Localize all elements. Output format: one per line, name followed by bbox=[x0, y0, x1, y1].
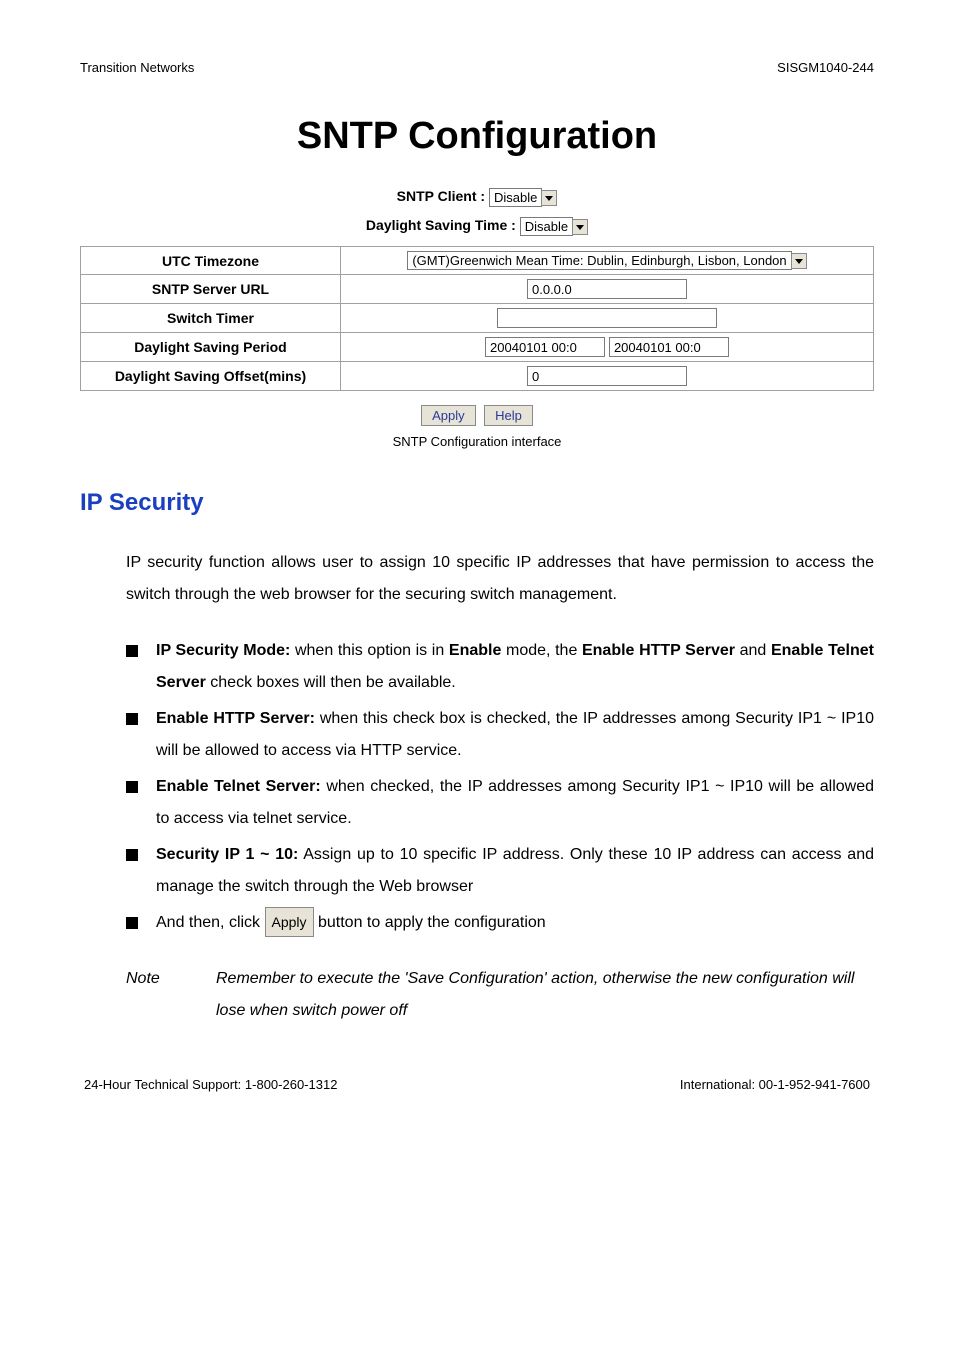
chevron-down-icon[interactable] bbox=[572, 219, 588, 235]
note-label: Note bbox=[126, 963, 216, 1027]
row-label: UTC Timezone bbox=[81, 247, 341, 275]
bullet-list: IP Security Mode: when this option is in… bbox=[126, 635, 874, 939]
chevron-down-icon[interactable] bbox=[541, 190, 557, 206]
table-row: SNTP Server URL bbox=[81, 275, 874, 304]
figure-caption: SNTP Configuration interface bbox=[80, 434, 874, 449]
bullet-bold: IP Security Mode: bbox=[156, 642, 290, 659]
header-right: SISGM1040-244 bbox=[777, 60, 874, 75]
intro-text: IP security function allows user to assi… bbox=[126, 547, 874, 611]
header-left: Transition Networks bbox=[80, 60, 194, 75]
table-row: Daylight Saving Period bbox=[81, 333, 874, 362]
bullet-bold: Enable bbox=[449, 642, 501, 659]
bullet-bold: Security IP 1 ~ 10: bbox=[156, 846, 298, 863]
config-table: UTC Timezone (GMT)Greenwich Mean Time: D… bbox=[80, 246, 874, 391]
help-button[interactable]: Help bbox=[484, 405, 533, 426]
list-item: Enable Telnet Server: when checked, the … bbox=[126, 771, 874, 835]
table-row: UTC Timezone (GMT)Greenwich Mean Time: D… bbox=[81, 247, 874, 275]
row-label: Daylight Saving Period bbox=[81, 333, 341, 362]
table-row: Switch Timer bbox=[81, 304, 874, 333]
row-label: SNTP Server URL bbox=[81, 275, 341, 304]
bullet-text: mode, the bbox=[501, 642, 582, 659]
bullet-bold: Enable Telnet Server: bbox=[156, 778, 321, 795]
sntp-server-url-input[interactable] bbox=[527, 279, 687, 299]
note-text: Remember to execute the 'Save Configurat… bbox=[216, 963, 874, 1027]
bullet-bold: Enable HTTP Server: bbox=[156, 710, 315, 727]
dst-select[interactable]: Disable bbox=[520, 217, 573, 236]
row-label: Switch Timer bbox=[81, 304, 341, 333]
utc-timezone-select[interactable]: (GMT)Greenwich Mean Time: Dublin, Edinbu… bbox=[407, 251, 791, 270]
footer-right: International: 00-1-952-941-7600 bbox=[680, 1077, 870, 1092]
table-row: Daylight Saving Offset(mins) bbox=[81, 362, 874, 391]
row-label: Daylight Saving Offset(mins) bbox=[81, 362, 341, 391]
dst-period-start-input[interactable] bbox=[485, 337, 605, 357]
sntp-client-select[interactable]: Disable bbox=[489, 188, 542, 207]
list-item: Enable HTTP Server: when this check box … bbox=[126, 703, 874, 767]
bullet-text: button to apply the configuration bbox=[314, 914, 546, 931]
bullet-bold: Enable HTTP Server bbox=[582, 642, 735, 659]
section-heading: IP Security bbox=[80, 489, 874, 517]
dst-offset-input[interactable] bbox=[527, 366, 687, 386]
bullet-text: And then, click bbox=[156, 914, 265, 931]
bullet-text: and bbox=[735, 642, 771, 659]
sntp-client-label: SNTP Client : bbox=[397, 188, 485, 204]
list-item: And then, click Apply button to apply th… bbox=[126, 907, 874, 939]
bullet-text: check boxes will then be available. bbox=[206, 674, 456, 691]
page-title: SNTP Configuration bbox=[80, 115, 874, 158]
footer-left: 24-Hour Technical Support: 1-800-260-131… bbox=[84, 1077, 337, 1092]
list-item: IP Security Mode: when this option is in… bbox=[126, 635, 874, 699]
note-block: Note Remember to execute the 'Save Confi… bbox=[126, 963, 874, 1027]
list-item: Security IP 1 ~ 10: Assign up to 10 spec… bbox=[126, 839, 874, 903]
apply-button-inline: Apply bbox=[265, 907, 314, 937]
switch-timer-input[interactable] bbox=[497, 308, 717, 328]
chevron-down-icon[interactable] bbox=[791, 253, 807, 269]
bullet-text: when this option is in bbox=[290, 642, 449, 659]
dst-period-end-input[interactable] bbox=[609, 337, 729, 357]
dst-label: Daylight Saving Time : bbox=[366, 217, 516, 233]
apply-button[interactable]: Apply bbox=[421, 405, 476, 426]
